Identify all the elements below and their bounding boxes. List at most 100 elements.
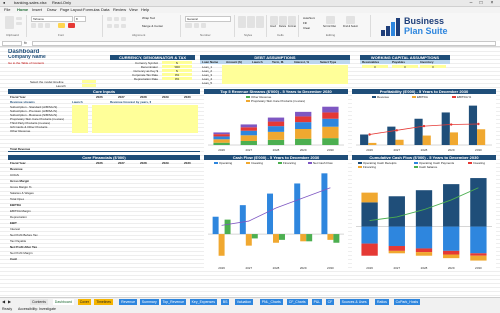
stacked-bar-segment — [213, 139, 230, 143]
stacked-bar-segment — [213, 142, 230, 145]
sheet-tab[interactable]: Top_Revenue — [160, 299, 187, 305]
loan-inputs[interactable] — [222, 65, 348, 84]
cell-styles-button[interactable] — [256, 16, 264, 28]
clear-button[interactable]: Clear — [303, 26, 310, 30]
sort-filter-button[interactable]: Sort & Filter — [323, 25, 336, 29]
cum-legend-label-5: Cash balance — [419, 165, 438, 169]
sheet-tab[interactable]: Ratios — [375, 299, 389, 305]
fill-color-button[interactable] — [58, 23, 65, 28]
wc-value-2[interactable]: 0 — [392, 65, 418, 68]
wrap-text-button[interactable]: Wrap Text — [142, 16, 155, 20]
align-left-button[interactable] — [107, 24, 112, 28]
currency-format-button[interactable] — [185, 23, 192, 28]
sheet-tab[interactable]: Revenue — [119, 299, 138, 305]
cumulative-bar-segment — [415, 190, 433, 227]
profit-bar — [395, 139, 404, 145]
sheet-tab[interactable]: P&L — [311, 299, 323, 305]
sheet-tab[interactable]: CF — [325, 299, 335, 305]
format-cells-button[interactable] — [288, 16, 296, 25]
cf-row-label: Salaries & Wages — [10, 191, 34, 195]
fill-button[interactable]: Fill — [303, 21, 307, 25]
contents-link[interactable]: Go to the Table of Contents — [8, 61, 44, 65]
align-top-button[interactable] — [107, 17, 112, 21]
currency-value-5[interactable]: 0% — [162, 77, 192, 80]
conditional-format-button[interactable] — [238, 16, 246, 28]
find-select-button[interactable]: Find & Select — [343, 25, 358, 29]
next-sheet-icon[interactable]: ▶ — [8, 299, 11, 305]
cumulative-bar-segment — [415, 226, 433, 249]
profit-bar — [387, 126, 396, 145]
close-icon[interactable]: × — [487, 0, 497, 6]
stacked-bar-segment — [240, 130, 257, 136]
insert-cells-button[interactable] — [270, 16, 278, 25]
sheet-tab[interactable]: PNL_Charts — [259, 299, 283, 305]
group-label-alignment: Alignment — [132, 33, 146, 37]
comma-format-button[interactable] — [201, 23, 206, 28]
ebitda-pct-point — [422, 124, 426, 128]
model-timeline-select[interactable] — [82, 80, 96, 83]
cumulative-bar-segment — [388, 226, 405, 247]
currency-value-1[interactable]: $ — [162, 61, 192, 64]
stacked-bar-segment — [267, 126, 285, 132]
title-bar: ● banking-sales.xlsx Read-Only – □ × — [0, 0, 500, 7]
find-select-icon[interactable] — [346, 16, 355, 24]
sheet-tab[interactable]: Dashboard — [52, 299, 74, 305]
worksheet[interactable]: Dashboard Company Name Go to the Table o… — [0, 47, 500, 297]
paste-button[interactable] — [5, 16, 14, 29]
font-size-select[interactable]: 8 — [74, 16, 86, 22]
currency-value-2[interactable]: '000 — [162, 65, 192, 68]
format-as-table-button[interactable] — [247, 16, 255, 28]
sheet-tab[interactable]: CF_Charts — [286, 299, 308, 305]
font-name-select[interactable]: Tahoma — [31, 16, 73, 22]
ci-launch-inputs[interactable] — [72, 105, 88, 133]
x-tick-label: 2026 — [218, 148, 225, 152]
copy-icon[interactable] — [16, 22, 22, 25]
sheet-tab[interactable]: CoPark_Hosts — [393, 299, 421, 305]
merge-center-button[interactable]: Merge & Center — [142, 24, 163, 28]
formula-input[interactable] — [32, 41, 496, 46]
prev-sheet-icon[interactable]: ◀ — [2, 299, 5, 305]
cumulative-bar-segment — [470, 226, 487, 254]
autosum-button[interactable]: AutoSum — [303, 16, 315, 20]
currency-value-4[interactable]: 0% — [162, 73, 192, 76]
italic-button[interactable] — [38, 23, 43, 28]
name-box[interactable] — [2, 41, 22, 46]
currency-value-3[interactable]: $ — [162, 69, 192, 72]
sheet-tab[interactable]: Key_Expenses — [189, 299, 217, 305]
sheet-tab[interactable]: Valuation — [234, 299, 254, 305]
align-center-button[interactable] — [114, 24, 119, 28]
align-right-button[interactable] — [121, 24, 126, 28]
percent-format-button[interactable] — [194, 23, 199, 28]
minimize-icon[interactable]: – — [466, 0, 476, 6]
accessibility-status[interactable]: Accessibility: Investigate — [18, 306, 56, 312]
wc-value-1[interactable]: 0 — [362, 65, 388, 68]
ci-year-1: 2026 — [96, 95, 103, 99]
cumulative-bar-segment — [443, 254, 460, 259]
stacked-bar-segment — [295, 122, 312, 129]
ci-forecast-inputs[interactable] — [92, 105, 198, 133]
sheet-tab[interactable]: Summary — [139, 299, 159, 305]
sheet-tab[interactable]: Timelines — [94, 299, 114, 305]
sort-filter-icon[interactable] — [326, 16, 335, 24]
autosave-icon[interactable]: ● — [3, 0, 5, 6]
format-label: Format — [288, 25, 296, 28]
sheet-tab[interactable]: Cover — [77, 299, 92, 305]
x-tick-label: 2027 — [245, 266, 252, 270]
sheet-tab[interactable]: Contents — [30, 299, 49, 305]
cf-row-label: Tax Payable — [10, 239, 27, 243]
profit-bar — [468, 105, 478, 145]
align-bottom-button[interactable] — [121, 17, 126, 21]
sheet-tab[interactable]: BS — [220, 299, 230, 305]
cut-icon[interactable] — [16, 17, 22, 20]
number-format-select[interactable]: General — [185, 16, 231, 22]
maximize-icon[interactable]: □ — [476, 0, 486, 6]
launch-input[interactable] — [82, 84, 96, 87]
bold-button[interactable] — [31, 23, 36, 28]
delete-cells-button[interactable] — [279, 16, 287, 25]
underline-button[interactable] — [45, 23, 50, 28]
align-middle-button[interactable] — [114, 17, 119, 21]
cum-legend-label-3: Investing — [473, 161, 486, 165]
sheet-tab[interactable]: Sources & Uses — [339, 299, 369, 305]
font-color-button[interactable] — [68, 23, 75, 28]
wc-value-3[interactable]: 0 — [420, 65, 446, 68]
